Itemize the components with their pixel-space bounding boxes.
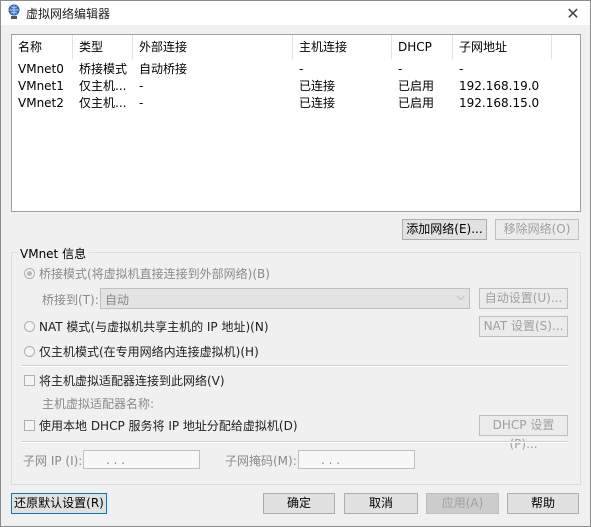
nat-label: NAT 模式(与虚拟机共享主机的 IP 地址)(N): [39, 320, 269, 334]
host-only-label: 仅主机模式(在专用网络内连接虚拟机)(H): [39, 345, 259, 359]
column-header-external[interactable]: 外部连接: [133, 35, 293, 59]
virtual-network-editor-window: 虚拟网络编辑器 ✕ 名称 类型 外部连接 主机连接 DHCP 子网地址 VMne…: [0, 0, 591, 527]
chevron-down-icon: ⌵: [456, 290, 465, 303]
subnet-mask-label: 子网掩码(M):: [225, 454, 297, 468]
column-header-dhcp[interactable]: DHCP: [392, 35, 453, 59]
cell-host: 已连接: [299, 96, 336, 110]
cell-name: VMnet2: [18, 96, 64, 110]
cell-name: VMnet1: [18, 79, 64, 93]
cell-external: -: [139, 96, 144, 110]
apply-button[interactable]: 应用(A): [426, 493, 499, 514]
cell-external: -: [139, 79, 144, 93]
help-button[interactable]: 帮助: [507, 493, 579, 514]
subnet-ip-label: 子网 IP (I):: [23, 454, 83, 468]
column-header-name[interactable]: 名称: [12, 35, 73, 59]
host-only-radio[interactable]: [24, 346, 35, 357]
divider: [22, 365, 568, 367]
cell-subnet: 192.168.15.0: [459, 96, 540, 110]
column-header-type[interactable]: 类型: [73, 35, 133, 59]
table-row[interactable]: VMnet0 桥接模式 自动桥接 - - -: [12, 61, 580, 78]
remove-network-button[interactable]: 移除网络(O): [495, 219, 579, 240]
cell-dhcp: 已启用: [398, 96, 435, 110]
table-row[interactable]: VMnet2 仅主机... - 已连接 已启用 192.168.15.0: [12, 95, 580, 112]
subnet-mask-input[interactable]: . . .: [298, 450, 415, 469]
cell-subnet: -: [459, 62, 464, 76]
cell-subnet: 192.168.19.0: [459, 79, 540, 93]
divider: [22, 441, 568, 443]
cell-name: VMnet0: [18, 62, 64, 76]
connect-adapter-label: 将主机虚拟适配器连接到此网络(V): [39, 374, 225, 388]
subnet-ip-input[interactable]: . . .: [83, 450, 200, 469]
network-globe-icon: [8, 4, 20, 19]
bridge-to-select[interactable]: 自动 ⌵: [100, 288, 470, 309]
bridged-label: 桥接模式(将虚拟机直接连接到外部网络)(B): [39, 267, 270, 281]
bridge-to-value: 自动: [105, 293, 130, 307]
auto-settings-button[interactable]: 自动设置(U)...: [479, 288, 568, 309]
restore-defaults-button[interactable]: 还原默认设置(R): [11, 493, 107, 514]
cancel-button[interactable]: 取消: [344, 493, 418, 514]
dhcp-settings-button[interactable]: DHCP 设置(P)...: [479, 415, 568, 451]
nat-settings-button[interactable]: NAT 设置(S)...: [479, 316, 568, 337]
column-header-host[interactable]: 主机连接: [293, 35, 392, 59]
cell-host: 已连接: [299, 79, 336, 93]
cell-dhcp: 已启用: [398, 79, 435, 93]
cell-dhcp: -: [398, 62, 403, 76]
bridge-to-label: 桥接到(T):: [42, 293, 99, 307]
add-network-button[interactable]: 添加网络(E)...: [402, 219, 487, 240]
list-header: 名称 类型 外部连接 主机连接 DHCP 子网地址: [12, 35, 580, 59]
cell-type: 仅主机...: [79, 79, 127, 93]
column-header-subnet[interactable]: 子网地址: [453, 35, 552, 59]
window-title: 虚拟网络编辑器: [26, 7, 111, 21]
close-icon[interactable]: ✕: [562, 3, 584, 23]
cell-host: -: [299, 62, 304, 76]
vmnet-info-title: VMnet 信息: [17, 245, 90, 262]
ok-button[interactable]: 确定: [263, 493, 335, 514]
nat-radio[interactable]: [24, 321, 35, 332]
bridged-radio[interactable]: [24, 268, 35, 279]
connect-adapter-checkbox[interactable]: [24, 375, 35, 386]
table-row[interactable]: VMnet1 仅主机... - 已连接 已启用 192.168.19.0: [12, 78, 580, 95]
cell-type: 仅主机...: [79, 96, 127, 110]
ip-separators: . . .: [106, 453, 126, 467]
adapter-name-label: 主机虚拟适配器名称:: [42, 397, 155, 411]
mask-separators: . . .: [321, 453, 341, 467]
dhcp-checkbox[interactable]: [24, 420, 35, 431]
title-bar: 虚拟网络编辑器 ✕: [1, 1, 590, 25]
cell-type: 桥接模式: [79, 62, 128, 76]
cell-external: 自动桥接: [139, 62, 188, 76]
dhcp-label: 使用本地 DHCP 服务将 IP 地址分配给虚拟机(D): [39, 419, 298, 433]
network-list[interactable]: 名称 类型 外部连接 主机连接 DHCP 子网地址 VMnet0 桥接模式 自动…: [11, 34, 581, 212]
